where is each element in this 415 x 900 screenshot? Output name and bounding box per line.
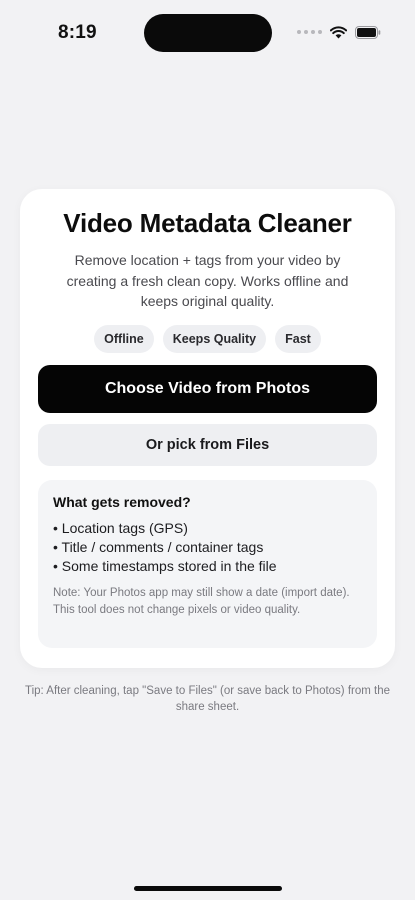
main-card: Video Metadata Cleaner Remove location +… [20,189,395,668]
chip-keeps-quality: Keeps Quality [162,325,267,353]
signal-dots-icon [297,30,322,34]
dynamic-island [144,14,272,52]
removed-items-list: • Location tags (GPS) • Title / comments… [53,519,362,576]
list-item: • Some timestamps stored in the file [53,558,277,574]
list-item: • Title / comments / container tags [53,539,264,555]
info-note: Note: Your Photos app may still show a d… [53,587,350,616]
pick-from-files-button[interactable]: Or pick from Files [38,424,377,466]
app-description: Remove location + tags from your video b… [66,252,349,309]
tip-text: Tip: After cleaning, tap "Save to Files"… [24,685,391,713]
status-time: 8:19 [58,22,97,43]
chip-offline: Offline [94,325,154,353]
chip-fast: Fast [275,325,321,353]
removed-info-panel: What gets removed? • Location tags (GPS)… [38,480,377,648]
info-title: What gets removed? [53,494,191,510]
app-title: Video Metadata Cleaner [63,208,352,238]
wifi-icon [330,25,347,39]
status-bar: 8:19 [0,0,415,66]
app-screen: 8:19 Video Metadata Cleaner Remove locat… [0,0,415,900]
feature-chips: Offline Keeps Quality Fast [20,325,395,353]
choose-video-from-photos-button[interactable]: Choose Video from Photos [38,365,377,413]
status-icons [297,24,381,40]
list-item: • Location tags (GPS) [53,520,188,536]
battery-icon [355,25,381,39]
home-indicator[interactable] [134,886,282,891]
